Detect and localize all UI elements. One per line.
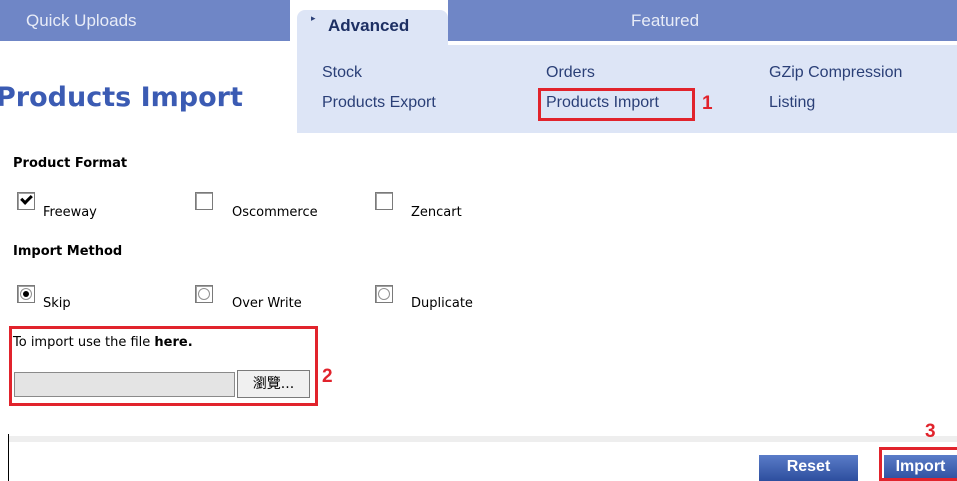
- tab-advanced[interactable]: ▸ Advanced: [297, 10, 448, 45]
- separator: [8, 436, 957, 442]
- option-duplicate-label: Duplicate: [411, 296, 473, 311]
- menu-link-listing[interactable]: Listing: [769, 94, 815, 112]
- annotation-box-2: [9, 326, 318, 406]
- option-freeway-label: Freeway: [43, 205, 97, 220]
- checkbox-freeway[interactable]: [17, 192, 35, 210]
- import-method-heading: Import Method: [13, 244, 123, 259]
- annotation-number-3: 3: [925, 421, 936, 442]
- left-border: [8, 434, 9, 481]
- tab-advanced-label: Advanced: [328, 16, 410, 35]
- option-oscommerce-label: Oscommerce: [232, 205, 318, 220]
- option-over-write-label: Over Write: [232, 296, 302, 311]
- option-skip-label: Skip: [43, 296, 71, 311]
- tab-quick-uploads[interactable]: Quick Uploads: [0, 0, 290, 41]
- annotation-number-2: 2: [322, 366, 333, 387]
- checkbox-oscommerce[interactable]: [195, 192, 213, 210]
- option-zencart-label: Zencart: [411, 205, 462, 220]
- tab-quick-uploads-label: Quick Uploads: [26, 11, 137, 30]
- annotation-number-1: 1: [702, 93, 713, 114]
- radio-over-write[interactable]: [195, 285, 213, 303]
- radio-duplicate[interactable]: [375, 285, 393, 303]
- checkbox-zencart[interactable]: [375, 192, 393, 210]
- tab-featured[interactable]: Featured: [448, 0, 957, 41]
- reset-button[interactable]: Reset: [759, 455, 858, 481]
- annotation-box-3: [879, 447, 957, 481]
- page-title: Products Import: [0, 82, 243, 113]
- tab-featured-label: Featured: [631, 11, 700, 30]
- annotation-box-1: [538, 88, 695, 121]
- triangle-right-icon: ▸: [311, 14, 316, 24]
- menu-link-orders[interactable]: Orders: [546, 64, 595, 82]
- menu-link-products-export[interactable]: Products Export: [322, 94, 436, 112]
- product-format-heading: Product Format: [13, 156, 128, 171]
- menu-link-stock[interactable]: Stock: [322, 64, 362, 82]
- menu-link-gzip-compression[interactable]: GZip Compression: [769, 64, 902, 82]
- radio-skip[interactable]: [17, 285, 35, 303]
